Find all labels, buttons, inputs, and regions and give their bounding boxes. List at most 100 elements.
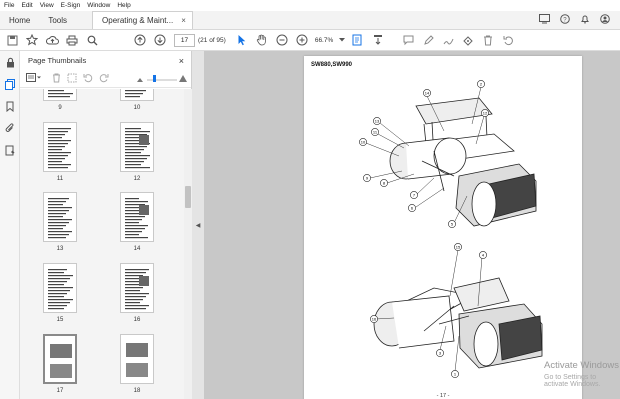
callout-number: 15 bbox=[456, 245, 461, 250]
scrollbar-thumb[interactable] bbox=[185, 186, 191, 208]
panel-close-icon[interactable]: × bbox=[179, 56, 184, 66]
thumbnail-image[interactable] bbox=[120, 192, 154, 242]
find-magnifier-icon[interactable] bbox=[82, 31, 102, 49]
thumbnail-image[interactable] bbox=[43, 334, 77, 384]
previous-page-icon[interactable] bbox=[130, 31, 150, 49]
thumbnail-item[interactable]: 10 bbox=[117, 89, 157, 111]
draw-icon[interactable] bbox=[438, 31, 458, 49]
zoom-dropdown-chevron-icon[interactable] bbox=[336, 31, 348, 49]
menu-window[interactable]: Window bbox=[87, 2, 110, 9]
hand-tool-icon[interactable] bbox=[252, 31, 272, 49]
panel-toolbar bbox=[20, 70, 191, 88]
extract-pages-icon[interactable] bbox=[67, 73, 77, 85]
activate-windows-title: Activate Windows bbox=[544, 360, 619, 371]
tab-home-label: Home bbox=[9, 15, 31, 25]
callout-number: 13 bbox=[375, 119, 380, 124]
tab-bar: Home Tools Operating & Maint... × ? bbox=[0, 11, 620, 30]
menu-help[interactable]: Help bbox=[117, 2, 130, 9]
undo-icon[interactable] bbox=[498, 31, 518, 49]
thumbnail-item[interactable]: 9 bbox=[40, 89, 80, 111]
scroll-mode-icon[interactable] bbox=[368, 31, 388, 49]
rotate-clockwise-icon[interactable] bbox=[99, 73, 109, 85]
thumbnail-list: 9 10 11 12 13 14 15 16 17 18 bbox=[20, 89, 184, 399]
thumbnail-page-label: 13 bbox=[56, 246, 64, 252]
tab-close-icon[interactable]: × bbox=[181, 16, 186, 25]
page-thumbnails-icon[interactable] bbox=[0, 73, 20, 95]
tab-tools[interactable]: Tools bbox=[39, 11, 76, 29]
next-page-icon[interactable] bbox=[150, 31, 170, 49]
menu-esign[interactable]: E-Sign bbox=[61, 2, 81, 9]
thumbnail-page-label: 16 bbox=[133, 317, 141, 323]
comment-icon[interactable] bbox=[398, 31, 418, 49]
thumbnail-image[interactable] bbox=[120, 122, 154, 172]
highlight-pen-icon[interactable] bbox=[418, 31, 438, 49]
options-menu-icon[interactable] bbox=[26, 73, 41, 84]
menu-edit[interactable]: Edit bbox=[21, 2, 32, 9]
thumbnail-item[interactable]: 11 bbox=[40, 122, 80, 182]
user-account-icon[interactable] bbox=[600, 14, 610, 26]
callout-number: 16 bbox=[372, 317, 377, 322]
stamp-icon[interactable] bbox=[458, 31, 478, 49]
tab-document[interactable]: Operating & Maint... × bbox=[92, 11, 193, 29]
help-icon[interactable]: ? bbox=[560, 14, 570, 26]
roller-drawing-bottom bbox=[373, 277, 543, 369]
left-navigation-rail bbox=[0, 51, 20, 399]
thumbnail-page-label: 10 bbox=[133, 105, 141, 111]
page-count: (21 of 95) bbox=[198, 36, 226, 44]
page-thumbnails-panel: Page Thumbnails × 9 10 11 12 13 14 15 16 17 18 bbox=[20, 51, 192, 399]
thumbnail-image[interactable] bbox=[120, 89, 154, 101]
rotate-counterclockwise-icon[interactable] bbox=[83, 73, 93, 85]
thumbnail-image[interactable] bbox=[43, 122, 77, 172]
menu-bar: File Edit View E-Sign Window Help bbox=[0, 0, 620, 11]
page-number-input[interactable]: 17 bbox=[174, 33, 195, 47]
notifications-bell-icon[interactable] bbox=[580, 14, 590, 26]
thumbnail-image[interactable] bbox=[43, 192, 77, 242]
document-workspace: SW880,SW990 14 2 13 12 11 10 9 8 7 6 5 1… bbox=[204, 51, 620, 399]
thumbnail-size-slider[interactable] bbox=[137, 73, 187, 85]
upload-cloud-icon[interactable] bbox=[42, 31, 62, 49]
thumbnail-image[interactable] bbox=[43, 263, 77, 313]
lock-security-icon[interactable] bbox=[0, 51, 20, 73]
bookmarks-icon[interactable] bbox=[0, 95, 20, 117]
thumbnail-item[interactable]: 13 bbox=[40, 192, 80, 252]
attachments-paperclip-icon[interactable] bbox=[0, 117, 20, 139]
tab-home[interactable]: Home bbox=[0, 11, 39, 29]
signatures-icon[interactable] bbox=[0, 139, 20, 161]
bookmark-star-icon[interactable] bbox=[22, 31, 42, 49]
thumbnail-item[interactable]: 14 bbox=[117, 192, 157, 252]
svg-text:?: ? bbox=[563, 17, 567, 23]
delete-trash-icon[interactable] bbox=[478, 31, 498, 49]
menu-view[interactable]: View bbox=[40, 2, 54, 9]
roller-diagram-figure: 1421312111098765 1541631 bbox=[359, 80, 543, 378]
thumbnail-item[interactable]: 17 bbox=[40, 334, 80, 394]
thumbnail-image[interactable] bbox=[43, 89, 77, 101]
thumbnail-delete-icon[interactable] bbox=[52, 73, 61, 85]
thumbnail-item[interactable]: 12 bbox=[117, 122, 157, 182]
menu-file[interactable]: File bbox=[4, 2, 14, 9]
zoom-out-icon[interactable] bbox=[272, 31, 292, 49]
page-display-icon[interactable] bbox=[348, 31, 368, 49]
tab-tools-label: Tools bbox=[48, 15, 68, 25]
thumbnail-image[interactable] bbox=[120, 263, 154, 313]
share-screen-icon[interactable] bbox=[539, 14, 550, 26]
panel-splitter[interactable]: ◀ bbox=[192, 51, 204, 399]
thumbnail-item[interactable]: 15 bbox=[40, 263, 80, 323]
save-icon[interactable] bbox=[2, 31, 22, 49]
pdf-page: SW880,SW990 14 2 13 12 11 10 9 8 7 6 5 1… bbox=[304, 56, 582, 399]
panel-title: Page Thumbnails bbox=[28, 56, 87, 65]
thumbnail-page-label: 11 bbox=[56, 176, 64, 182]
page-number-footer: - 17 - bbox=[436, 393, 450, 399]
collapse-panel-arrow-icon[interactable]: ◀ bbox=[196, 222, 201, 229]
thumbnail-page-label: 12 bbox=[133, 176, 141, 182]
thumbnail-item[interactable]: 16 bbox=[117, 263, 157, 323]
select-cursor-icon[interactable] bbox=[232, 31, 252, 49]
thumbnail-item[interactable]: 18 bbox=[117, 334, 157, 394]
print-icon[interactable] bbox=[62, 31, 82, 49]
thumbnail-scrollbar[interactable] bbox=[184, 89, 192, 399]
thumbnail-image[interactable] bbox=[120, 334, 154, 384]
callout-number: 10 bbox=[361, 140, 366, 145]
zoom-in-icon[interactable] bbox=[292, 31, 312, 49]
callout-number: 14 bbox=[425, 91, 430, 96]
panel-header: Page Thumbnails × bbox=[20, 51, 191, 70]
zoom-level[interactable]: 66.7% bbox=[315, 37, 333, 44]
